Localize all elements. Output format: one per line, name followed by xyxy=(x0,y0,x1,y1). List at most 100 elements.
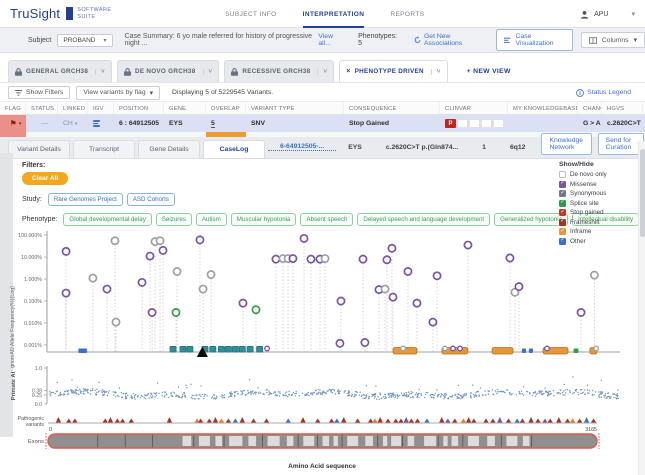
nav-tab-subject-info[interactable]: SUBJECT INFO xyxy=(225,0,277,28)
variant-point-synonymous xyxy=(89,274,96,281)
scrollbar-thumb[interactable] xyxy=(640,149,645,237)
checkbox-icon[interactable]: ✓ xyxy=(559,190,566,197)
overlap-cell[interactable]: 5 xyxy=(206,115,246,132)
user-menu[interactable]: APU ▾ xyxy=(580,0,635,28)
checkbox-icon[interactable] xyxy=(559,171,566,178)
chevron-down-icon[interactable]: ˅ xyxy=(317,69,327,75)
clinvar-pathogenic-badge[interactable]: P xyxy=(445,119,456,128)
pathogenic-variant-marker xyxy=(439,417,444,423)
variant-point-missense xyxy=(159,247,166,254)
chevron-down-icon[interactable]: ˅ xyxy=(431,69,441,75)
brand-name: TruSight xyxy=(10,6,60,21)
pathogenic-variant-marker xyxy=(565,419,570,423)
variant-point-missense xyxy=(433,272,440,279)
view-by-flag-select[interactable]: View variants by flag▾ xyxy=(76,86,160,100)
column-header-igv: IGV xyxy=(88,102,114,114)
close-icon[interactable]: × xyxy=(346,68,350,75)
caselog-chart[interactable]: 100.000%10.000%1.000%0.100%0.010%0.001%g… xyxy=(0,227,645,475)
column-header-linked: LINKED xyxy=(58,102,88,114)
phenotype-chip[interactable]: Delayed speech and language development xyxy=(357,213,490,226)
checkbox-icon[interactable]: ✓ xyxy=(559,200,566,207)
view-tab-phenotype-driven[interactable]: ×PHENOTYPE DRIVEN˅ xyxy=(339,60,447,82)
legend-item-frameshift[interactable]: ✓Frameshift xyxy=(559,219,631,226)
legend-denovo-checkbox[interactable]: De novo only xyxy=(559,171,631,178)
variant-row[interactable]: ⚑▾—CH▾6 : 64912505EYS5SNVStop GainedPG >… xyxy=(0,115,645,132)
variant-point-synonymous xyxy=(112,318,119,325)
clear-all-button[interactable]: Clear All xyxy=(22,172,68,185)
nav-tab-interpretation[interactable]: INTERPRETATION xyxy=(303,0,365,28)
variant-point-synonymous xyxy=(591,272,598,279)
phenotype-chip[interactable]: Absent speech xyxy=(300,213,353,226)
pathogenic-variant-marker xyxy=(542,419,547,423)
send-for-curation-button[interactable]: Send for Curation xyxy=(598,133,644,155)
detail-tab-caselog[interactable]: CaseLog xyxy=(203,140,265,158)
variant-point-missense xyxy=(404,268,411,275)
primary-nav: SUBJECT INFO INTERPRETATION REPORTS xyxy=(225,0,424,28)
checkbox-icon[interactable]: ✓ xyxy=(559,219,566,226)
study-chip[interactable]: Rare Genomes Project xyxy=(48,193,123,206)
status-cell[interactable]: — xyxy=(26,115,58,132)
legend-item-missense[interactable]: ✓Missense xyxy=(559,181,631,188)
phenotype-chip[interactable]: Autism xyxy=(196,213,227,226)
case-summary-text: Case Summary: 6 yo male referred for his… xyxy=(125,33,314,47)
legend-label: De novo only xyxy=(570,171,607,178)
legend-item-stop-gained[interactable]: ✓Stop gained xyxy=(559,209,631,216)
phenotype-chip[interactable]: Generalized hypotonia xyxy=(494,213,568,226)
phenotype-chip[interactable]: Muscular hypotonia xyxy=(231,213,297,226)
status-legend-link[interactable]: Status Legend xyxy=(576,89,631,97)
chevron-down-icon[interactable]: ˅ xyxy=(203,69,213,75)
view-tab-recessive-grch38[interactable]: RECESSIVE GRCH38˅ xyxy=(224,60,334,82)
nav-tab-reports[interactable]: REPORTS xyxy=(390,0,424,28)
detail-tab-variant-details[interactable]: Variant Details xyxy=(8,140,70,158)
get-new-associations-button[interactable]: Get New Associations xyxy=(414,33,483,47)
subject-label: Subject xyxy=(28,37,51,44)
detail-tab-transcript[interactable]: Transcript xyxy=(73,140,135,158)
study-chip[interactable]: ASD Cohorts xyxy=(127,193,175,206)
detail-tab-gene-details[interactable]: Gene Details xyxy=(138,140,200,158)
variant-point-missense xyxy=(307,256,314,263)
view-tab-general-grch38[interactable]: GENERAL GRCH38˅ xyxy=(8,60,112,82)
brand-bars-icon xyxy=(66,7,73,20)
view-tab-de-novo-grch38[interactable]: DE NOVO GRCH38˅ xyxy=(117,60,219,82)
variant-point-synonymous xyxy=(173,268,180,275)
phenotype-label: Phenotype: xyxy=(22,216,57,223)
variant-point-missense xyxy=(359,256,366,263)
variant-id-link[interactable]: 6-64912505-... xyxy=(268,143,336,151)
overlap-count[interactable]: 5 xyxy=(211,120,215,128)
view-all-link[interactable]: View all... xyxy=(318,33,344,47)
linked-cell[interactable]: CH▾ xyxy=(58,115,88,132)
inframe-bar xyxy=(492,348,513,355)
filter-icon xyxy=(15,90,22,96)
knowledge-network-button[interactable]: Knowledge Network xyxy=(541,133,591,155)
variant-point-missense xyxy=(146,252,153,259)
pathogenic-variant-marker xyxy=(577,419,582,423)
legend-label: Synonymous xyxy=(570,190,606,197)
show-filters-button[interactable]: Show Filters xyxy=(8,86,70,99)
variant-point-missense xyxy=(413,300,420,307)
pathogenic-variant-marker xyxy=(385,419,390,423)
phenotype-chip[interactable]: Seizures xyxy=(156,213,192,226)
checkbox-icon[interactable]: ✓ xyxy=(559,209,566,216)
study-filter-row: Study: Rare Genomes ProjectASD Cohorts xyxy=(22,193,175,206)
vertical-scrollbar[interactable] xyxy=(638,141,645,475)
variant-point-missense xyxy=(289,255,296,262)
clinvar-cell[interactable]: P xyxy=(440,115,508,132)
pathogenic-variant-marker xyxy=(591,419,596,423)
igv-cell[interactable] xyxy=(88,115,114,132)
case-visualization-button[interactable]: Case Visualization xyxy=(496,29,572,51)
pathogenic-variant-marker xyxy=(219,419,224,423)
phenotype-chip[interactable]: Global developmental delay xyxy=(63,213,151,226)
legend-item-synonymous[interactable]: ✓ Synonymous xyxy=(559,190,631,197)
baseline-square-marker xyxy=(225,347,231,353)
my-knowledgebase-cell xyxy=(508,115,578,132)
checkbox-icon[interactable]: ✓ xyxy=(559,181,566,188)
flag-cell[interactable]: ⚑▾ xyxy=(0,115,26,132)
subject-select[interactable]: PROBAND▾ xyxy=(57,34,112,47)
columns-button[interactable]: Columns ▾ xyxy=(581,32,645,48)
legend-item-splice-site[interactable]: ✓Splice site xyxy=(559,200,631,207)
new-view-button[interactable]: + NEW VIEW xyxy=(467,68,511,75)
svg-text:Primate AI: Primate AI xyxy=(11,371,17,400)
chevron-down-icon[interactable]: ˅ xyxy=(95,69,105,75)
position-cell: 6 : 64912505 xyxy=(114,115,164,132)
trusight-logo: TruSight SOFTWARESUITE xyxy=(0,6,150,21)
